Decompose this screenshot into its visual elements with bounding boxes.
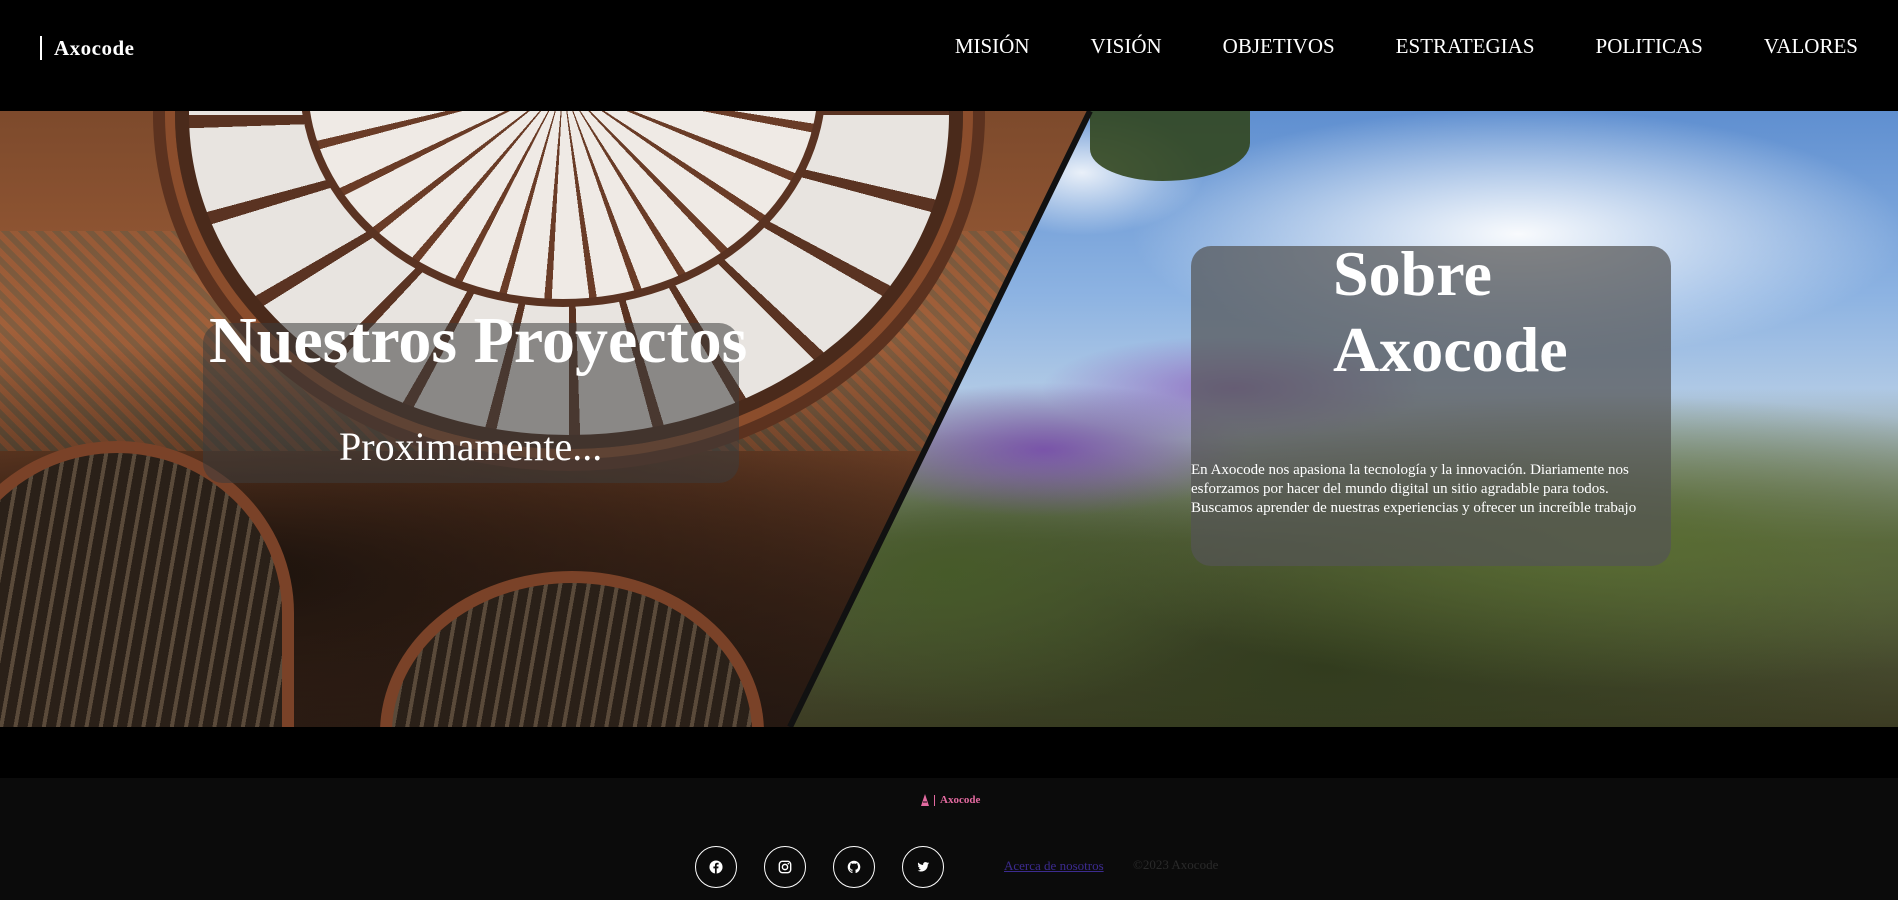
social-links	[695, 846, 971, 888]
site-logo[interactable]: Axocode	[40, 33, 135, 63]
nav-estrategias[interactable]: ESTRATEGIAS	[1396, 34, 1535, 59]
github-button[interactable]	[833, 846, 875, 888]
logo-text: Axocode	[54, 35, 135, 60]
about-us-link[interactable]: Acerca de nosotros	[1004, 858, 1104, 874]
site-footer: Axocode Acerca de nosotros ©2023 Axocode	[0, 778, 1898, 900]
facebook-icon	[709, 860, 723, 874]
nav-valores[interactable]: VALORES	[1764, 34, 1858, 59]
axolotl-logo-icon	[921, 794, 929, 806]
instagram-button[interactable]	[764, 846, 806, 888]
site-header: Axocode MISIÓN VISIÓN OBJETIVOS ESTRATEG…	[0, 0, 1898, 111]
projects-card: Nuestros Proyectos Proximamente...	[203, 304, 747, 483]
projects-subtitle: Proximamente...	[339, 424, 603, 469]
nav-mision[interactable]: MISIÓN	[955, 34, 1030, 59]
nav-politicas[interactable]: POLITICAS	[1596, 34, 1703, 59]
about-card: Sobre Axocode En Axocode nos apasiona la…	[1191, 238, 1671, 566]
copyright-text: ©2023 Axocode	[1133, 857, 1219, 872]
about-body: En Axocode nos apasiona la tecnología y …	[1191, 462, 1637, 516]
facebook-button[interactable]	[695, 846, 737, 888]
arch-center	[380, 571, 764, 727]
twitter-icon	[917, 862, 930, 872]
hero-section: Nuestros Proyectos Proximamente... Sobre…	[0, 111, 1898, 727]
nav-objetivos[interactable]: OBJETIVOS	[1223, 34, 1335, 59]
footer-logo-divider	[934, 794, 935, 806]
twitter-button[interactable]	[902, 846, 944, 888]
about-title-line1: Sobre	[1333, 238, 1492, 309]
instagram-icon	[778, 860, 792, 874]
about-title-line2: Axocode	[1333, 314, 1568, 385]
arch-left	[0, 441, 294, 727]
about-title: Sobre Axocode	[1333, 236, 1653, 388]
projects-title: Nuestros Proyectos	[209, 304, 748, 377]
github-icon	[847, 860, 861, 873]
nav-vision[interactable]: VISIÓN	[1090, 34, 1161, 59]
footer-logo-text: Axocode	[940, 794, 981, 806]
footer-logo[interactable]: Axocode	[920, 793, 980, 807]
main-nav: MISIÓN VISIÓN OBJETIVOS ESTRATEGIAS POLI…	[894, 34, 1858, 59]
logo-divider	[40, 36, 42, 60]
